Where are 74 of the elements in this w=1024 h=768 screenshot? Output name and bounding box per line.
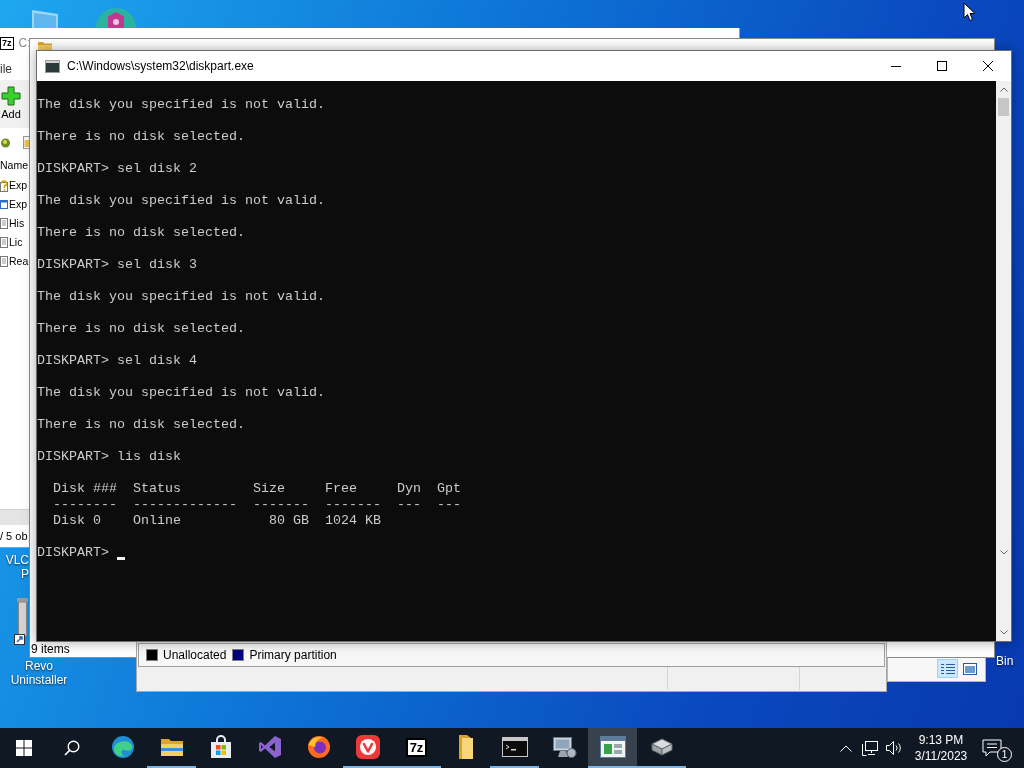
console-line: The disk you specified is not valid. (37, 385, 325, 401)
large-icons-view-icon (962, 662, 977, 675)
menu-item[interactable]: ile (0, 60, 12, 78)
console-prompt: DISKPART> (37, 545, 109, 561)
caret-down-icon (999, 550, 1008, 555)
console-line: There is no disk selected. (37, 417, 245, 433)
hexagon-icon (96, 8, 136, 28)
column-header[interactable]: Name (0, 156, 28, 176)
status-text: 9 items (31, 641, 70, 658)
maximize-icon (937, 61, 947, 71)
scrollbar-thumb[interactable] (998, 98, 1009, 116)
file-row[interactable]: Exp (0, 195, 28, 214)
network-icon (861, 740, 879, 756)
desktop-icon-label[interactable]: Bin (996, 654, 1022, 668)
console-line: The disk you specified is not valid. (37, 97, 325, 113)
add-button[interactable]: Add (0, 86, 22, 121)
swirl-icon (110, 735, 135, 759)
view-button[interactable] (937, 659, 958, 678)
text-cursor-icon (117, 557, 125, 560)
file-row[interactable]: Rea (0, 252, 29, 271)
console-line: DISKPART> lis disk (37, 449, 181, 465)
app-logo: 7z (0, 36, 14, 50)
console-line: Disk ### Status Size Free Dyn Gpt (52, 481, 461, 497)
computer-gear-icon (550, 735, 577, 759)
console-line: DISKPART> sel disk 2 (37, 161, 197, 177)
folder-icon (159, 737, 184, 757)
minimize-icon (891, 65, 901, 67)
flame-globe-icon (306, 735, 331, 759)
console-line: DISKPART> sel disk 3 (37, 257, 197, 273)
desktop-icon-label[interactable]: Revo Uninstaller (0, 659, 78, 687)
chevron-up-icon (840, 744, 852, 752)
clock-button[interactable]: 9:13 PM 3/11/2023 (906, 728, 976, 768)
sphere-icon (1, 136, 10, 148)
close-icon (983, 61, 993, 71)
terminal-icon (45, 59, 60, 73)
horizontal-scrollbar (0, 509, 29, 525)
taskbar-button[interactable]: 7z (392, 728, 441, 768)
caret-up-icon (999, 87, 1008, 92)
details-view-icon (940, 662, 955, 675)
window-title: C:\Windows\system32\diskpart.exe (67, 58, 254, 75)
console-line: Disk 0 Online 80 GB 1024 KB (52, 513, 381, 529)
shopping-bag-icon (209, 735, 232, 759)
console-line: The disk you specified is not valid. (37, 289, 325, 305)
legend-label: Unallocated (163, 647, 227, 664)
app-logo: 7z (405, 737, 428, 757)
volume-icon (885, 741, 903, 755)
folder-icon (457, 734, 474, 760)
console-line: DISKPART> sel disk 4 (37, 353, 197, 369)
v-logo-icon (355, 735, 380, 759)
notifications-button[interactable]: 1 (976, 728, 1024, 768)
panel-window-icon (599, 736, 626, 758)
search-icon (64, 740, 80, 756)
console-line: The disk you specified is not valid. (37, 193, 325, 209)
status-text: / 5 ob (0, 528, 28, 544)
taskbar-button[interactable] (588, 728, 637, 768)
window-title: C: (18, 35, 31, 52)
mouse-pointer-icon (963, 2, 976, 22)
caret-down-icon (999, 630, 1008, 635)
plus-icon (1, 86, 21, 106)
windows-logo-icon (16, 740, 32, 756)
console-line: There is no disk selected. (37, 321, 245, 337)
legend-label: Primary partition (249, 647, 337, 664)
ribbon-icon (257, 735, 282, 759)
screen-icon (30, 10, 60, 28)
notification-badge: 1 (997, 747, 1012, 762)
console-line: -------- ------------- ------- ------- --- --- (52, 497, 461, 513)
file-row[interactable]: Lic (0, 233, 23, 252)
drive-icon (648, 736, 675, 758)
notification-icon (982, 739, 1002, 757)
file-row[interactable]: His (0, 214, 25, 233)
file-row[interactable]: Exp (0, 176, 28, 195)
console-line: There is no disk selected. (37, 225, 245, 241)
console-line: There is no disk selected. (37, 129, 245, 145)
terminal-icon (501, 737, 528, 757)
